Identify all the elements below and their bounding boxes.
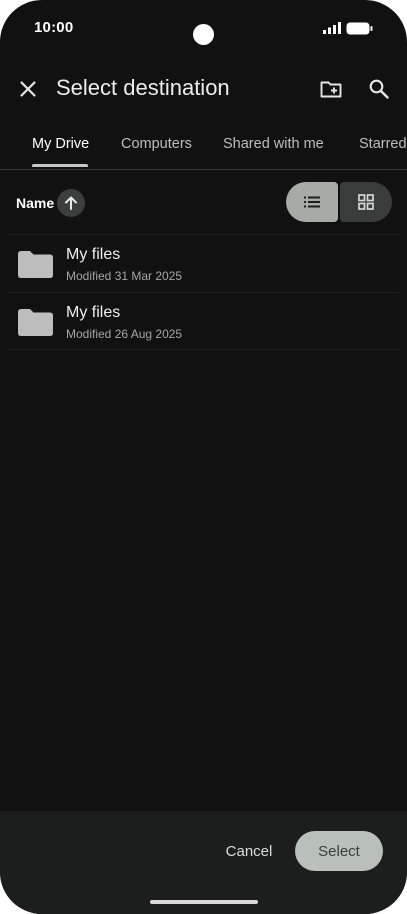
list-item[interactable]: My files Modified 26 Aug 2025 (8, 292, 399, 350)
tab-starred[interactable]: Starred (359, 136, 407, 152)
list-item[interactable]: My files Modified 31 Mar 2025 (8, 234, 399, 292)
sort-direction-button[interactable] (57, 189, 85, 217)
file-name: My files (66, 246, 121, 263)
signal-icon (323, 22, 341, 34)
home-indicator[interactable] (150, 900, 258, 904)
list-view-button[interactable] (286, 182, 338, 222)
folder-icon (18, 309, 53, 336)
status-time: 10:00 (34, 19, 74, 36)
sort-label[interactable]: Name (16, 195, 54, 211)
search-icon[interactable] (367, 77, 391, 101)
file-modified-date: Modified 31 Mar 2025 (66, 269, 183, 283)
page-title: Select destination (56, 75, 230, 100)
select-button[interactable]: Select (295, 831, 383, 871)
grid-view-icon (358, 194, 374, 210)
active-tab-indicator (32, 164, 88, 167)
front-camera (193, 24, 214, 45)
tab-shared-with-me[interactable]: Shared with me (223, 136, 324, 152)
tab-computers[interactable]: Computers (121, 136, 192, 152)
folder-icon (18, 251, 53, 278)
bottom-action-bar: Cancel Select (0, 811, 407, 914)
file-name: My files (66, 304, 121, 321)
cancel-button[interactable]: Cancel (215, 839, 283, 863)
tab-bar: My Drive Computers Shared with me Starre… (0, 124, 407, 170)
list-view-icon (304, 196, 320, 208)
close-icon[interactable] (16, 77, 40, 101)
top-app-bar: Select destination (0, 64, 407, 114)
battery-icon (346, 22, 373, 35)
tab-my-drive[interactable]: My Drive (32, 136, 89, 152)
grid-view-button[interactable] (340, 182, 392, 222)
file-modified-date: Modified 26 Aug 2025 (66, 327, 183, 341)
new-folder-icon[interactable] (319, 77, 343, 101)
file-list: My files Modified 31 Mar 2025 My files M… (8, 234, 399, 350)
status-bar: 10:00 (0, 0, 407, 60)
arrow-up-icon (65, 196, 77, 210)
phone-screen: 10:00 Select destination My Drive Comput… (0, 0, 407, 914)
sort-row: Name (0, 180, 407, 224)
